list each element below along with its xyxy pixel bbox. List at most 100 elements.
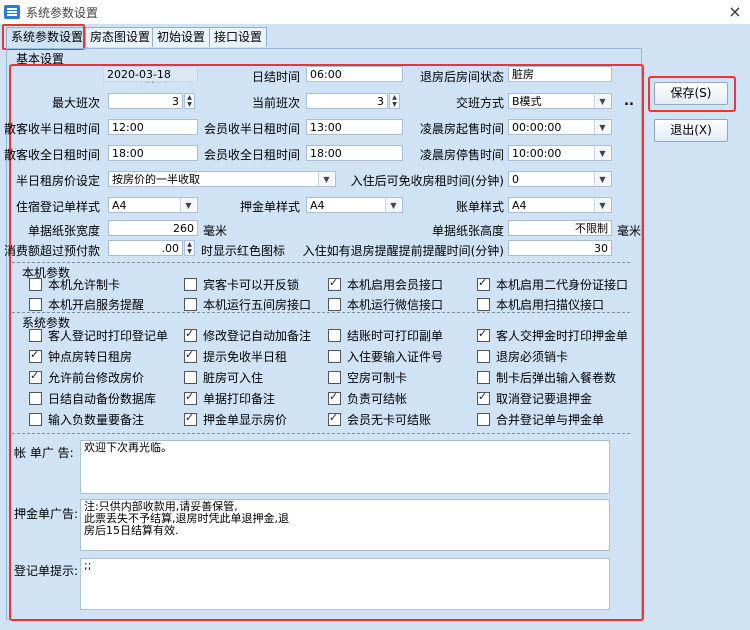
checkout-room-status-field[interactable]: 脏房: [508, 66, 612, 82]
paper-width-field[interactable]: 260: [108, 220, 198, 236]
checkbox-item[interactable]: 押金单显示房价: [184, 411, 287, 428]
close-icon[interactable]: ×: [725, 2, 745, 22]
bill-style-select[interactable]: A4 ▼: [508, 197, 612, 213]
checkbox-item[interactable]: 单据打印备注: [184, 390, 275, 407]
checkbox-item[interactable]: 宾客卡可以开反锁: [184, 276, 299, 293]
current-shift-field[interactable]: 3: [306, 93, 388, 109]
overspend-spinner[interactable]: ▲ ▼: [184, 240, 195, 256]
checkbox-item[interactable]: 客人交押金时打印押金单: [477, 327, 628, 344]
checkbox-item[interactable]: 本机运行微信接口: [328, 296, 443, 313]
checkbox[interactable]: [328, 298, 341, 311]
early-stop-time-select[interactable]: 10:00:00 ▼: [508, 145, 612, 161]
bill-ad-textarea[interactable]: 欢迎下次再光临。: [80, 440, 610, 494]
checkbox-item[interactable]: 本机启用会员接口: [328, 276, 443, 293]
deposit-style-value: A4: [310, 199, 325, 212]
member-fullday-time-field[interactable]: 18:00: [306, 145, 403, 161]
checkbox[interactable]: [328, 411, 341, 426]
current-shift-spinner[interactable]: ▲ ▼: [389, 93, 400, 109]
checkbox[interactable]: [29, 348, 42, 363]
chevron-down-icon: ▼: [594, 198, 610, 212]
checkbox[interactable]: [477, 413, 490, 426]
chevron-down-icon: ▼: [385, 198, 401, 212]
checkbox[interactable]: [328, 276, 341, 291]
paper-height-field[interactable]: 不限制: [508, 220, 612, 236]
checkbox[interactable]: [29, 329, 42, 342]
checkbox[interactable]: [328, 350, 341, 363]
night-audit-time-field[interactable]: 06:00: [306, 66, 403, 82]
checkbox-item[interactable]: 允许前台修改房价: [29, 369, 144, 386]
checkbox[interactable]: [29, 392, 42, 405]
checkbox-item[interactable]: 制卡后弹出输入餐卷数: [477, 369, 616, 386]
checkbox-item[interactable]: 本机启用扫描仪接口: [477, 296, 604, 313]
checkbox[interactable]: [477, 390, 490, 405]
checkbox[interactable]: [328, 371, 341, 384]
handover-mode-select[interactable]: B模式 ▼: [508, 93, 612, 109]
night-audit-time-label: 日结时间: [251, 70, 300, 84]
checkbox-label: 取消登记要退押金: [496, 392, 593, 406]
checkbox-item[interactable]: 入住要输入证件号: [328, 348, 443, 365]
max-shifts-spinner[interactable]: ▲ ▼: [184, 93, 195, 109]
checkbox-item[interactable]: 本机允许制卡: [29, 276, 120, 293]
checkbox-item[interactable]: 合并登记单与押金单: [477, 411, 604, 428]
divider: [12, 433, 630, 434]
checkbox-item[interactable]: 本机开启服务提醒: [29, 296, 144, 313]
halfday-price-select[interactable]: 按房价的一半收取 ▼: [108, 171, 336, 187]
free-minutes-select[interactable]: 0 ▼: [508, 171, 612, 187]
checkbox[interactable]: [29, 278, 42, 291]
overspend-field[interactable]: .00: [108, 240, 183, 256]
checkbox[interactable]: [477, 298, 490, 311]
deposit-ad-textarea[interactable]: 注:只供内部收款用,请妥善保管, 此票丢失不予结算,退房时凭此单退押金,退 房后…: [80, 499, 610, 551]
checkin-tip-textarea[interactable]: ;;: [80, 558, 610, 610]
checkbox[interactable]: [477, 276, 490, 291]
max-shifts-field[interactable]: 3: [108, 93, 183, 109]
member-halfday-time-field[interactable]: 13:00: [306, 119, 403, 135]
checkbox-item[interactable]: 负责可结帐: [328, 390, 407, 407]
checkbox-item[interactable]: 结账时可打印副单: [328, 327, 443, 344]
tab-initial-settings[interactable]: 初始设置: [152, 27, 211, 47]
tab-interface-settings[interactable]: 接口设置: [209, 27, 268, 47]
checkbox[interactable]: [184, 371, 197, 384]
checkbox[interactable]: [184, 327, 197, 342]
guest-halfday-time-label: 散客收半日租时间: [3, 122, 100, 136]
checkbox[interactable]: [184, 348, 197, 363]
checkbox-item[interactable]: 钟点房转日租房: [29, 348, 132, 365]
checkbox-item[interactable]: 输入负数量要备注: [29, 411, 144, 428]
checkbox-item[interactable]: 本机启用二代身份证接口: [477, 276, 628, 293]
guest-fullday-time-label: 散客收全日租时间: [3, 148, 100, 162]
checkbox[interactable]: [184, 390, 197, 405]
checkbox[interactable]: [29, 413, 42, 426]
checkbox[interactable]: [184, 278, 197, 291]
checkbox-label: 客人交押金时打印押金单: [496, 329, 629, 343]
checkbox-item[interactable]: 会员无卡可结账: [328, 411, 431, 428]
deposit-style-select[interactable]: A4 ▼: [306, 197, 403, 213]
checkbox-label: 修改登记自动加备注: [203, 329, 312, 343]
checkbox-item[interactable]: 本机运行五间房接口: [184, 296, 311, 313]
guest-halfday-time-field[interactable]: 12:00: [108, 119, 198, 135]
checkbox[interactable]: [29, 369, 42, 384]
checkbox[interactable]: [328, 390, 341, 405]
exit-button[interactable]: 退出(X): [654, 119, 728, 142]
checkbox[interactable]: [184, 298, 197, 311]
checkbox[interactable]: [184, 411, 197, 426]
checkin-style-select[interactable]: A4 ▼: [108, 197, 198, 213]
checkbox[interactable]: [477, 327, 490, 342]
checkbox-item[interactable]: 脏房可入住: [184, 369, 263, 386]
checkbox-item[interactable]: 日结自动备份数据库: [29, 390, 156, 407]
guest-fullday-time-field[interactable]: 18:00: [108, 145, 198, 161]
checkbox-item[interactable]: 提示免收半日租: [184, 348, 287, 365]
tab-room-status-map[interactable]: 房态图设置: [85, 27, 156, 47]
checkbox-item[interactable]: 取消登记要退押金: [477, 390, 592, 407]
tab-highlight: [2, 24, 85, 50]
checkbox[interactable]: [328, 329, 341, 342]
checkbox[interactable]: [477, 371, 490, 384]
checkbox-item[interactable]: 空房可制卡: [328, 369, 407, 386]
early-stop-time-label: 凌晨房停售时间: [419, 148, 504, 162]
checkbox-item[interactable]: 客人登记时打印登记单: [29, 327, 168, 344]
checkout-remind-field[interactable]: 30: [508, 240, 612, 256]
checkbox-item[interactable]: 退房必须销卡: [477, 348, 568, 365]
checkbox[interactable]: [29, 298, 42, 311]
early-start-time-select[interactable]: 00:00:00 ▼: [508, 119, 612, 135]
checkbox-item[interactable]: 修改登记自动加备注: [184, 327, 311, 344]
checkbox[interactable]: [477, 350, 490, 363]
more-options-dots[interactable]: ..: [624, 94, 634, 109]
